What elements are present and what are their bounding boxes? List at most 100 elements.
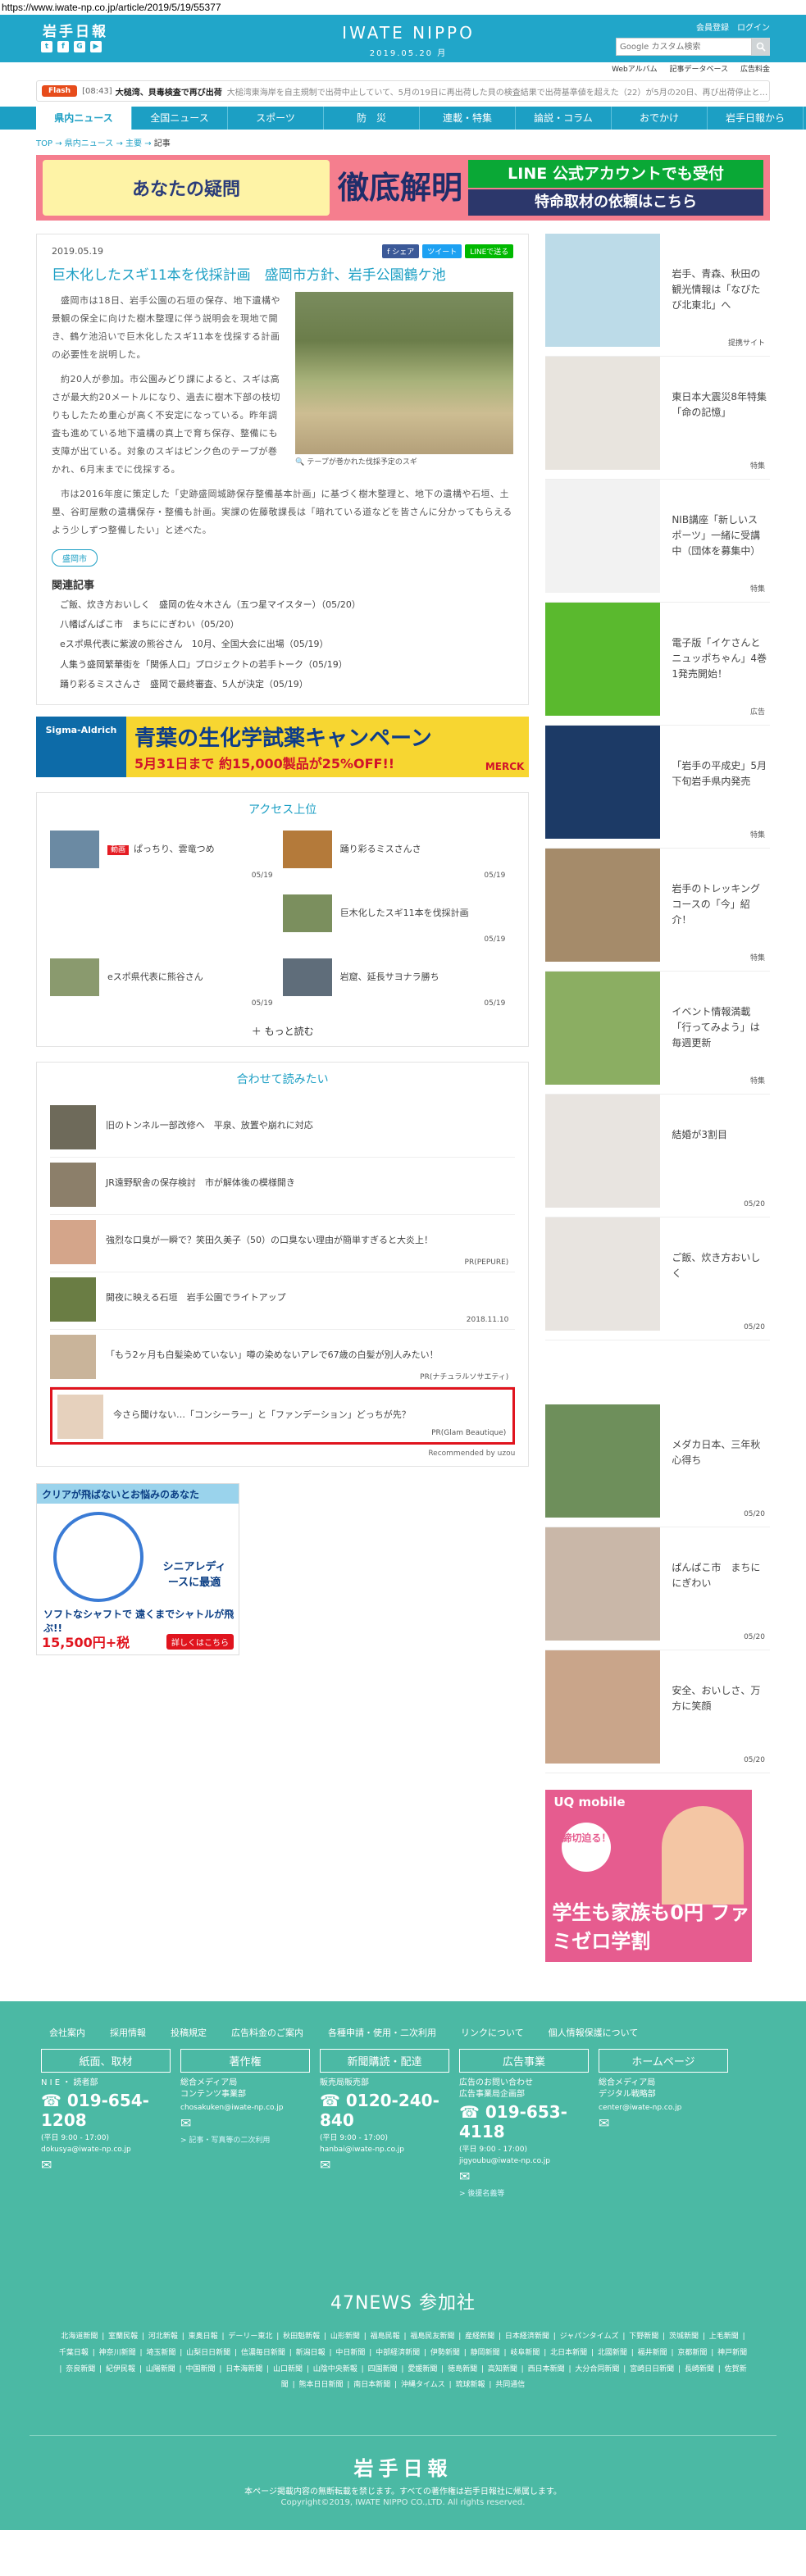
uq-mobile-ad[interactable]: UQ mobile 締切迫る！ 学生も家族も0円 ファミゼロ学割 (545, 1790, 753, 1962)
more-button[interactable]: ＋ もっと読む (50, 1024, 515, 1038)
sidebar-item[interactable]: 結婚が3割目 05/20 (545, 1095, 770, 1217)
nav-item-local[interactable]: 県内ニュース (36, 107, 132, 130)
wide-ad[interactable]: Sigma-Aldrich 青葉の生化学試薬キャンペーン 5月31日まで 約15… (36, 716, 530, 777)
youtube-icon[interactable]: ▶ (90, 41, 102, 52)
sidebar-item[interactable]: ご飯、炊き方おいしく 05/20 (545, 1217, 770, 1340)
related-item[interactable]: ご飯、炊き方おいしく 盛岡の佐々木さん（五つ星マイスター）（05/20） (52, 595, 513, 615)
badminton-ad[interactable]: クリアが飛ばないとお悩みのあなた シニアレディースに最適 ソフトなシャフトで 遠… (36, 1482, 239, 1655)
footer-contact-head[interactable]: 新聞購読・配達 (320, 2049, 449, 2073)
mail-icon[interactable]: ✉ (320, 2157, 449, 2173)
nav-item-national[interactable]: 全国ニュース (132, 107, 228, 130)
recommend-item-highlighted[interactable]: 今さら聞けない…「コンシーラー」と「ファンデーション」どっちが先？ PR(Glam… (50, 1386, 516, 1445)
nav-item-outing[interactable]: おでかけ (612, 107, 708, 130)
mail-icon[interactable]: ✉ (180, 2115, 310, 2131)
footer-link[interactable]: 採用情報 (110, 2026, 146, 2039)
sidebar-item[interactable]: 安全、おいしさ、万方に笑顔 05/20 (545, 1650, 770, 1773)
footer-link[interactable]: 各種申請・使用・二次利用 (328, 2026, 436, 2039)
footer-link[interactable]: 個人情報保護について (549, 2026, 639, 2039)
search-input[interactable] (616, 38, 752, 56)
powered-by[interactable]: Recommended by uzou (50, 1450, 515, 1458)
login-link[interactable]: ログイン (737, 20, 770, 33)
sub-link[interactable]: 広告料金 (740, 66, 770, 74)
nav-item-from-iwate[interactable]: 岩手日報から (708, 107, 804, 130)
url-bar[interactable]: https://www.iwate-np.co.jp/article/2019/… (0, 0, 806, 15)
ranking-item[interactable]: 動画 ぱっちり、雲竜つめ 05/19 (50, 830, 283, 894)
article-photo[interactable]: 🔍 テープが巻かれた伐採予定のスギ (295, 292, 514, 467)
nav-item-features[interactable]: 連載・特集 (420, 107, 516, 130)
brand-name[interactable]: IWATE NIPPO 2019.05.20 月 (326, 23, 490, 58)
footer-phone[interactable]: ☎ 019-653-4118 (459, 2102, 589, 2141)
footer-link[interactable]: 会社案内 (49, 2026, 85, 2039)
article-meta: 2019.05.19 f シェア ツイート LINEで送る (52, 244, 514, 258)
breadcrumb-local[interactable]: 県内ニュース (65, 139, 114, 148)
footer-contact-head[interactable]: ホームページ (599, 2049, 728, 2073)
sidebar-item[interactable]: ぱんぱこ市 まちににぎわい 05/20 (545, 1527, 770, 1650)
footer-phone[interactable]: ☎ 0120-240-840 (320, 2091, 449, 2130)
zoom-icon: 🔍 (295, 458, 305, 467)
footer-contact-head[interactable]: 著作権 (180, 2049, 310, 2073)
partners-list[interactable]: 北海道新聞 | 室蘭民報 | 河北新報 | 東奥日報 | デーリー東北 | 秋田… (57, 2329, 749, 2394)
related-item[interactable]: eスポ県代表に紫波の熊谷さん 10月、全国大会に出場（05/19） (52, 635, 513, 654)
nav-item-disaster[interactable]: 防 災 (324, 107, 420, 130)
sidebar-tag: 05/20 (744, 1510, 765, 1518)
line-share-button[interactable]: LINEで送る (465, 244, 514, 258)
sub-link[interactable]: Webアルバム (612, 66, 658, 74)
footer-contact-head[interactable]: 広告事業 (459, 2049, 589, 2073)
footer-contact-link[interactable]: > 後援名義等 (459, 2187, 589, 2198)
footer-email[interactable]: jigyoubu@iwate-np.co.jp (459, 2157, 589, 2165)
footer-contact-head[interactable]: 紙面、取材 (41, 2049, 171, 2073)
flash-news[interactable]: Flash [08:43] 大槌湾、貝毒検査で再び出荷 大槌湾東海岸を自主規制で… (36, 80, 770, 102)
footer-link[interactable]: 広告料金のご案内 (231, 2026, 303, 2039)
related-item[interactable]: 八幡ぱんぱこ市 まちににぎわい（05/20） (52, 615, 513, 635)
google-plus-icon[interactable]: G (74, 41, 85, 52)
facebook-share-button[interactable]: f シェア (382, 244, 420, 258)
sidebar-item[interactable]: イベント情報満載「行ってみよう」は毎週更新 特集 (545, 972, 770, 1095)
tag-button[interactable]: 盛岡市 (52, 549, 98, 567)
footer-email[interactable]: center@iwate-np.co.jp (599, 2104, 728, 2112)
recommend-item[interactable]: 旧のトンネル一部改修へ 平泉、放置や崩れに対応 (50, 1100, 516, 1158)
footer-link[interactable]: 投稿規定 (171, 2026, 207, 2039)
footer-email[interactable]: chosakuken@iwate-np.co.jp (180, 2104, 310, 2112)
recommend-item[interactable]: JR遠野駅舎の保存検討 市が解体後の模様開き (50, 1158, 516, 1215)
breadcrumb-top[interactable]: TOP (36, 139, 52, 148)
sidebar-item[interactable]: 「岩手の平成史」5月下旬岩手県内発売 特集 (545, 726, 770, 849)
nav-item-sports[interactable]: スポーツ (228, 107, 324, 130)
sidebar-item[interactable]: 岩手、青森、秋田の観光情報は「なびたび北東北」へ 提携サイト (545, 234, 770, 357)
recommend-item[interactable]: 「もう2ヶ月も白髪染めていない」噂の染めないアレで67歳の白髪が別人みたい！ PR… (50, 1330, 516, 1387)
footer-contact-link[interactable]: > 記事・写真等の二次利用 (180, 2134, 310, 2145)
footer-phone[interactable]: ☎ 019-654-1208 (41, 2091, 171, 2130)
footer-logo[interactable]: 岩手日報 (0, 2452, 806, 2481)
sidebar-item[interactable]: 電子版「イケさんとニュッポちゃん」4巻1発売開始！ 広告 (545, 603, 770, 726)
related-item[interactable]: 人集う盛岡繁華街を「関係人口」プロジェクトの若手トーク（05/19） (52, 655, 513, 675)
sidebar-item[interactable]: NIB講座「新しいスポーツ」一緒に受講中（団体を募集中） 特集 (545, 480, 770, 603)
mail-icon[interactable]: ✉ (459, 2169, 589, 2184)
tweet-button[interactable]: ツイート (422, 244, 462, 258)
search-button[interactable] (752, 38, 770, 56)
nav-item-column[interactable]: 論説・コラム (516, 107, 612, 130)
sub-link[interactable]: 記事データベース (670, 66, 729, 74)
footer-email[interactable]: dokusya@iwate-np.co.jp (41, 2146, 171, 2154)
top-banner-ad[interactable]: あなたの疑問 徹底解明 LINE 公式アカウントでも受付 特命取材の依頼はこちら (36, 155, 770, 221)
facebook-icon[interactable]: f (57, 41, 69, 52)
recommend-item[interactable]: 開夜に映える石垣 岩手公園でライトアップ 2018.11.10 (50, 1272, 516, 1330)
recommend-item[interactable]: 強烈な口臭が一瞬で？笑田久美子（50）の口臭ない理由が簡単すぎると大炎上！ PR(… (50, 1215, 516, 1272)
footer-email[interactable]: hanbai@iwate-np.co.jp (320, 2146, 449, 2154)
sidebar-tag: 特集 (749, 1077, 765, 1085)
related-item[interactable]: 踊り彩るミスさんさ 盛岡で最終審査、5人が決定（05/19） (52, 675, 513, 694)
ranking-item[interactable]: 巨木化したスギ11本を伐採計画 05/19 (282, 894, 516, 958)
breadcrumb-main[interactable]: 主要 (125, 139, 142, 148)
flash-headline[interactable]: 大槌湾、貝毒検査で再び出荷 (116, 85, 222, 98)
ranking-item[interactable]: 岩窟、延長サヨナラ勝ち 05/19 (282, 958, 516, 1022)
ranking-item[interactable]: eスポ県代表に熊谷さん 05/19 (50, 958, 283, 1022)
mail-icon[interactable]: ✉ (599, 2115, 728, 2131)
sidebar-item[interactable]: 東日本大震災8年特集「命の記憶」 特集 (545, 357, 770, 480)
register-link[interactable]: 会員登録 (696, 20, 729, 33)
sidebar-item[interactable]: 岩手のトレッキングコースの「今」紹介！ 特集 (545, 849, 770, 972)
twitter-icon[interactable]: t (41, 41, 52, 52)
mail-icon[interactable]: ✉ (41, 2157, 171, 2173)
ranking-item[interactable]: 踊り彩るミスさんさ 05/19 (282, 830, 516, 894)
ad-detail-button[interactable]: 詳しくはこちら (166, 1633, 234, 1650)
sidebar-item[interactable]: メダカ日本、三年秋心得ち 05/20 (545, 1404, 770, 1527)
site-logo[interactable]: 岩手日報 (43, 20, 108, 40)
footer-link[interactable]: リンクについて (461, 2026, 524, 2039)
